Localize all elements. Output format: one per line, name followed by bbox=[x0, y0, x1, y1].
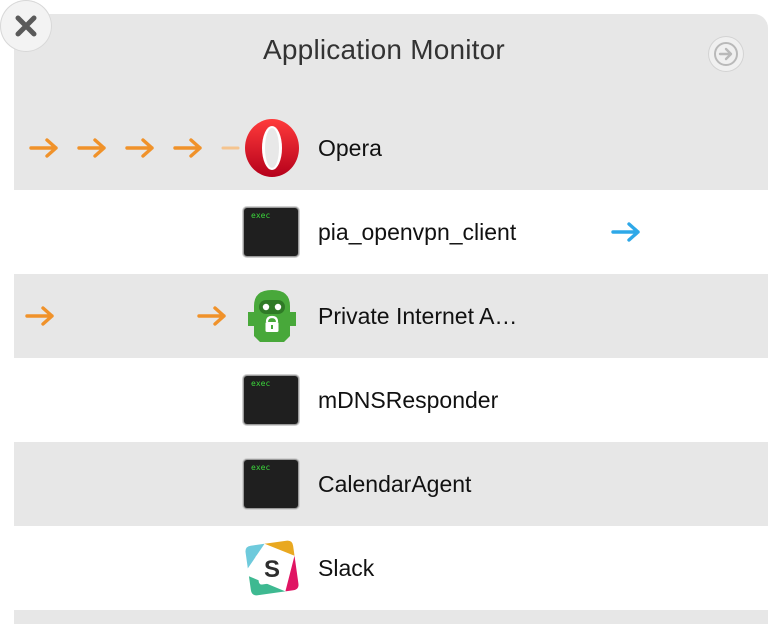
app-name: mDNSResponder bbox=[318, 387, 499, 413]
orange-arrow-icon bbox=[77, 138, 106, 158]
list-item-mdnsresponder[interactable]: exec mDNSResponder bbox=[14, 358, 768, 442]
close-icon bbox=[15, 15, 37, 37]
app-name: Private Internet A… bbox=[318, 303, 518, 329]
orange-arrow-icon bbox=[125, 138, 154, 158]
orange-arrow-icon bbox=[197, 306, 226, 326]
terminal-exec-icon: exec bbox=[244, 202, 300, 262]
orange-arrow-icon bbox=[25, 306, 54, 326]
orange-arrow-trail-icon bbox=[221, 146, 240, 150]
pia-robot-icon bbox=[244, 286, 300, 346]
orange-arrow-icon bbox=[173, 138, 202, 158]
exec-label: exec bbox=[251, 463, 271, 472]
list-item-calendaragent[interactable]: exec CalendarAgent bbox=[14, 442, 768, 526]
exec-label: exec bbox=[251, 379, 271, 388]
list-item-pia-openvpn-client[interactable]: exec pia_openvpn_client bbox=[14, 190, 768, 274]
terminal-exec-icon: exec bbox=[244, 454, 300, 514]
svg-text:S: S bbox=[264, 556, 280, 583]
arrow-right-circle-icon bbox=[714, 42, 738, 66]
bottom-edge bbox=[14, 610, 768, 624]
forward-button[interactable] bbox=[708, 36, 744, 72]
blue-arrow-icon bbox=[611, 222, 640, 242]
list-item-private-internet-access[interactable]: Private Internet A… bbox=[14, 274, 768, 358]
close-button[interactable] bbox=[0, 0, 52, 52]
exec-label: exec bbox=[251, 211, 271, 220]
app-name: CalendarAgent bbox=[318, 471, 472, 497]
app-name: pia_openvpn_client bbox=[318, 219, 517, 245]
orange-arrow-icon bbox=[29, 138, 58, 158]
opera-icon bbox=[244, 118, 300, 178]
slack-icon: S bbox=[244, 538, 300, 598]
terminal-exec-icon: exec bbox=[244, 370, 300, 430]
list-item-slack[interactable]: S Slack bbox=[14, 526, 768, 610]
app-name: Opera bbox=[318, 135, 382, 161]
window-title: Application Monitor bbox=[263, 34, 505, 65]
list-item-opera[interactable]: Opera bbox=[14, 106, 768, 190]
app-name: Slack bbox=[318, 555, 375, 581]
